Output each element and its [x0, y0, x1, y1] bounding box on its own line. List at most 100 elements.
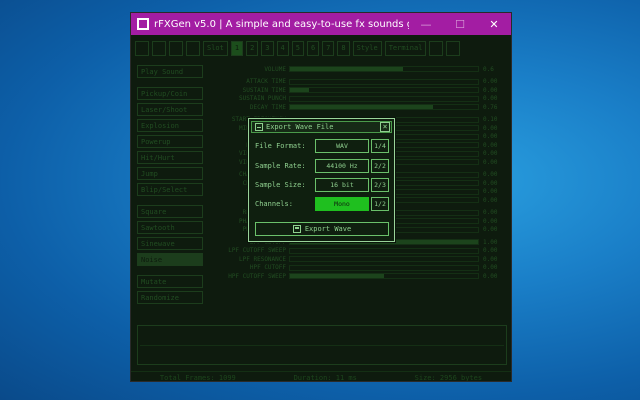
param-slider[interactable] [289, 78, 479, 85]
toolbar-item-2[interactable] [169, 40, 183, 56]
wave-button-1[interactable]: Sawtooth [137, 221, 203, 234]
param-slider[interactable] [289, 87, 479, 93]
toolbar-item-3[interactable] [186, 40, 200, 56]
param-slider-fill [290, 105, 433, 109]
generator-button-1[interactable]: Laser/Shoot [137, 103, 203, 116]
param-value: 0.00 [483, 158, 498, 166]
sample-size-row: Sample Size: 16 bit 2/3 [255, 178, 389, 192]
generator-button-6[interactable]: Blip/Select [137, 183, 203, 196]
sample-rate-count[interactable]: 2/2 [371, 159, 389, 173]
param-slider[interactable] [289, 104, 479, 110]
param-value: 0.10 [483, 116, 498, 123]
file-format-toggle[interactable]: WAV [315, 139, 369, 153]
param-label: VOLUME [264, 65, 286, 73]
param-value: 0.00 [483, 226, 498, 233]
param-label: ATTACK TIME [246, 78, 286, 85]
toolbar-item-4[interactable]: Slot [203, 40, 228, 56]
param-row: SUSTAIN PUNCH 0.00 [209, 95, 507, 103]
channels-toggle[interactable]: Mono [315, 197, 369, 211]
param-row: SUSTAIN TIME 0.00 [209, 86, 507, 94]
param-row: HPF CUTOFF 0.00 [209, 264, 507, 272]
param-value: 0.00 [483, 272, 498, 280]
toolbar-item-7[interactable]: 3 [261, 40, 274, 56]
generator-button-0[interactable]: Pickup/Coin [137, 87, 203, 100]
toolbar-item-13[interactable]: Style [352, 40, 382, 56]
param-value: 0.00 [483, 247, 498, 254]
param-value: 0.6 [483, 65, 494, 73]
param-row: DECAY TIME 0.76 [209, 103, 507, 111]
wave-button-2[interactable]: Sinewave [137, 237, 203, 250]
file-format-row: File Format: WAV 1/4 [255, 139, 389, 153]
status-bar: Total Frames: 1099 Duration: 11 ms Size:… [131, 371, 511, 381]
param-value: 0.00 [483, 217, 498, 225]
param-value: 0.00 [483, 255, 498, 263]
param-slider[interactable] [289, 247, 479, 254]
param-row: LPF CUTOFF SWEEP 0.00 [209, 247, 507, 255]
sample-size-count[interactable]: 2/3 [371, 178, 389, 192]
param-slider[interactable] [289, 273, 479, 279]
param-label: HPF CUTOFF [249, 264, 286, 271]
generator-button-4[interactable]: Hit/Hurt [137, 151, 203, 164]
minimize-icon[interactable]: — [409, 13, 443, 35]
dialog-title: Export Wave File [266, 123, 334, 131]
param-value: 0.00 [483, 209, 498, 216]
wave-button-3[interactable]: Noise [137, 253, 203, 266]
generator-button-3[interactable]: Powerup [137, 135, 203, 148]
param-slider[interactable] [289, 256, 479, 262]
sample-rate-row: Sample Rate: 44100 Hz 2/2 [255, 159, 389, 173]
param-slider-fill [290, 88, 309, 92]
play-sound-button[interactable]: Play Sound [137, 65, 203, 78]
toolbar-item-16[interactable] [446, 40, 461, 56]
waveform-display [137, 325, 507, 365]
export-wave-dialog: Export Wave File × File Format: WAV 1/4 … [248, 118, 395, 242]
toolbar-item-15[interactable] [429, 40, 444, 56]
param-value: 0.00 [483, 78, 498, 85]
generator-button-2[interactable]: Explosion [137, 119, 203, 132]
toolbar-item-9[interactable]: 5 [291, 40, 304, 56]
param-slider[interactable] [289, 264, 479, 271]
toolbar-item-8[interactable]: 4 [276, 40, 289, 56]
toolbar-item-14[interactable]: Terminal [384, 40, 427, 56]
close-icon[interactable]: ✕ [477, 13, 511, 35]
param-value: 0.00 [483, 141, 498, 149]
param-slider-fill [290, 67, 403, 71]
param-value: 0.00 [483, 95, 498, 102]
title-bar[interactable]: rFXGen v5.0 | A simple and easy-to-use f… [131, 13, 511, 35]
sample-size-toggle[interactable]: 16 bit [315, 178, 369, 192]
param-value: 0.00 [483, 264, 498, 271]
param-value: 0.00 [483, 179, 498, 187]
param-row: HPF CUTOFF SWEEP 0.00 [209, 272, 507, 280]
dialog-close-button[interactable]: × [380, 122, 390, 132]
param-label: SUSTAIN PUNCH [239, 95, 286, 102]
toolbar-item-5[interactable]: 1 [230, 40, 244, 56]
toolbar-item-10[interactable]: 6 [306, 40, 320, 56]
toolbar-item-1[interactable] [152, 40, 166, 56]
sample-rate-label: Sample Rate: [255, 162, 306, 170]
param-value: 0.00 [483, 124, 498, 132]
wave-button-0[interactable]: Square [137, 205, 203, 218]
param-value: 0.00 [483, 188, 498, 195]
param-slider[interactable] [289, 95, 479, 102]
generator-button-5[interactable]: Jump [137, 167, 203, 180]
toolbar-item-6[interactable]: 2 [246, 40, 259, 56]
channels-count[interactable]: 1/2 [371, 197, 389, 211]
param-label: LPF CUTOFF SWEEP [228, 247, 286, 254]
param-slider[interactable] [289, 66, 479, 72]
param-spacer [209, 281, 507, 285]
maximize-icon[interactable]: ☐ [443, 13, 477, 35]
toolbar-item-0[interactable] [135, 40, 149, 56]
export-wave-button[interactable]: Export Wave [255, 222, 389, 236]
toolbar-item-12[interactable]: 8 [337, 40, 350, 56]
sidebar: Play Sound Pickup/Coin Laser/Shoot Explosio… [137, 65, 203, 307]
action-button-0[interactable]: Mutate [137, 275, 203, 288]
toolbar: Slot 1 2 3 4 5 6 7 8 Style Terminal [135, 39, 507, 57]
param-value: 0.00 [483, 133, 498, 140]
save-icon [292, 225, 301, 233]
action-button-1[interactable]: Randomize [137, 291, 203, 304]
toolbar-item-11[interactable]: 7 [322, 40, 335, 56]
sample-rate-toggle[interactable]: 44100 Hz [315, 159, 369, 173]
app-icon [137, 18, 149, 30]
dialog-header[interactable]: Export Wave File × [251, 121, 392, 133]
file-format-label: File Format: [255, 142, 306, 150]
file-format-count[interactable]: 1/4 [371, 139, 389, 153]
